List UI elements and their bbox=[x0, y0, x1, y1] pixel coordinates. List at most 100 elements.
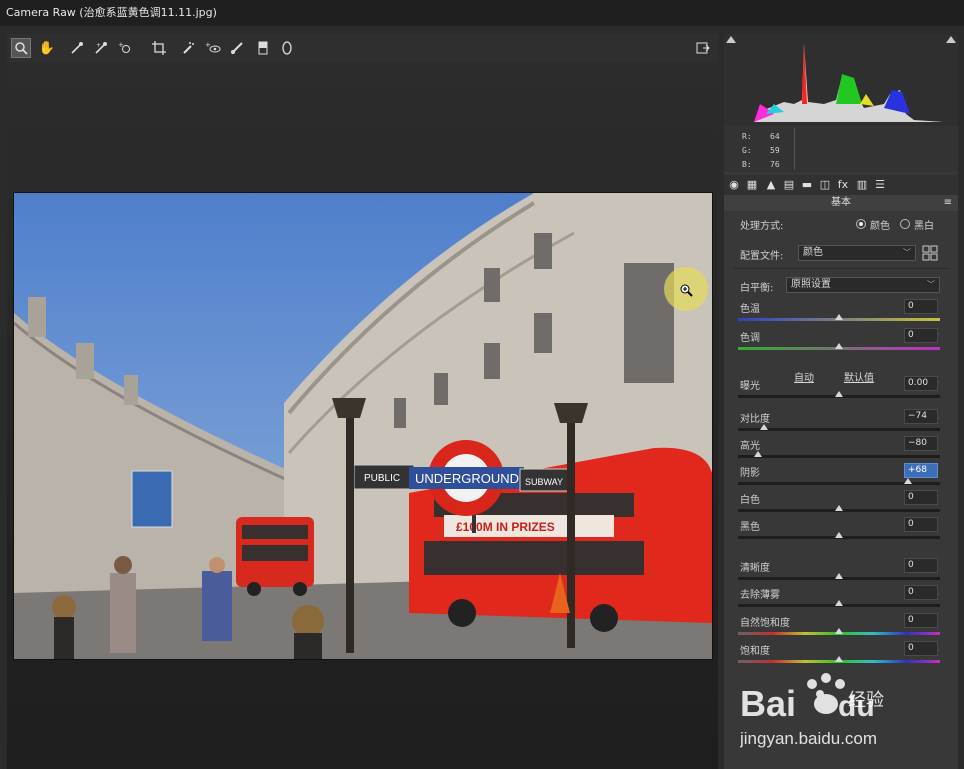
detail-tab-icon[interactable]: ▲ bbox=[764, 178, 778, 192]
tool-bar: ✋ + + + bbox=[7, 34, 718, 62]
spot-removal-icon[interactable] bbox=[179, 38, 199, 58]
zoom-cursor-icon bbox=[679, 282, 693, 297]
profile-browser-icon[interactable] bbox=[922, 245, 938, 261]
wb-label: 白平衡: bbox=[740, 283, 774, 294]
slider-label: 清晰度 bbox=[740, 563, 770, 574]
slider-value-field[interactable]: 0 bbox=[904, 490, 938, 505]
slider-thumb[interactable] bbox=[835, 600, 843, 606]
lens-tab-icon[interactable]: ◫ bbox=[818, 178, 832, 192]
slider-label: 高光 bbox=[740, 441, 760, 452]
slider-value-field[interactable]: −80 bbox=[904, 436, 938, 451]
hsl-tab-icon[interactable]: ▤ bbox=[782, 178, 796, 192]
slider-value-field[interactable]: +68 bbox=[904, 463, 938, 478]
title-bar: Camera Raw (治愈系蓝黄色调11.11.jpg) bbox=[0, 0, 964, 26]
panel-menu-icon[interactable]: ≡ bbox=[944, 195, 952, 211]
g-label: G: bbox=[742, 146, 752, 155]
slider-value-field[interactable]: 0 bbox=[904, 613, 938, 628]
slider-label: 黑色 bbox=[740, 522, 760, 533]
right-panel: R: 64 G: 59 B: 76 ◉ ▦ ▲ ▤ ▬ ◫ fx ▥ ☰ 基本 … bbox=[724, 34, 958, 769]
slider-track[interactable] bbox=[738, 428, 940, 431]
profile-select[interactable]: 颜色 ﹀ bbox=[798, 245, 916, 261]
panel-header: 基本 ≡ bbox=[724, 195, 958, 211]
treatment-bw-label: 黑白 bbox=[914, 221, 934, 232]
b-value: 76 bbox=[770, 160, 780, 169]
r-label: R: bbox=[742, 132, 752, 141]
sign-public: PUBLIC bbox=[364, 473, 400, 484]
baidu-watermark: Bai du jingyan.baidu.com 经验 bbox=[739, 664, 920, 754]
slider-thumb[interactable] bbox=[754, 451, 763, 457]
b-label: B: bbox=[742, 160, 752, 169]
basic-tab-icon[interactable]: ◉ bbox=[727, 178, 741, 192]
svg-text:+: + bbox=[96, 42, 101, 49]
treatment-color-radio[interactable] bbox=[856, 219, 866, 229]
slider-thumb[interactable] bbox=[835, 656, 843, 662]
hand-icon[interactable]: ✋ bbox=[37, 38, 57, 58]
default-link[interactable]: 默认值 bbox=[844, 369, 874, 384]
sign-subway: SUBWAY bbox=[525, 477, 563, 487]
white-balance-icon[interactable] bbox=[67, 38, 87, 58]
svg-text:+: + bbox=[118, 41, 124, 49]
calibration-tab-icon[interactable]: ▥ bbox=[855, 178, 869, 192]
crop-icon[interactable] bbox=[149, 38, 169, 58]
g-value: 59 bbox=[770, 146, 780, 155]
slider-value-field[interactable]: 0 bbox=[904, 328, 938, 343]
effects-tab-icon[interactable]: fx bbox=[836, 178, 850, 192]
slider-value-field[interactable]: 0 bbox=[904, 641, 938, 656]
histogram bbox=[724, 34, 958, 126]
watermark-jingyan: 经验 bbox=[848, 690, 884, 711]
slider-thumb[interactable] bbox=[835, 573, 843, 579]
panel-tabs: ◉ ▦ ▲ ▤ ▬ ◫ fx ▥ ☰ bbox=[724, 175, 958, 195]
slider-thumb[interactable] bbox=[760, 424, 769, 430]
radial-filter-icon[interactable] bbox=[277, 38, 297, 58]
slider-label: 去除薄雾 bbox=[740, 590, 780, 601]
slider-thumb[interactable] bbox=[835, 314, 843, 320]
split-toning-tab-icon[interactable]: ▬ bbox=[800, 178, 814, 192]
slider-label: 色温 bbox=[740, 304, 760, 315]
slider-thumb[interactable] bbox=[835, 391, 843, 397]
red-eye-icon[interactable]: + bbox=[203, 38, 223, 58]
window-title: Camera Raw (治愈系蓝黄色调11.11.jpg) bbox=[6, 6, 217, 19]
wb-select[interactable]: 原照设置 ﹀ bbox=[786, 277, 940, 293]
profile-label: 配置文件: bbox=[740, 251, 784, 262]
slider-thumb[interactable] bbox=[903, 478, 912, 484]
slider-value-field[interactable]: −74 bbox=[904, 409, 938, 424]
zoom-icon[interactable] bbox=[11, 38, 31, 58]
slider-label: 饱和度 bbox=[740, 646, 770, 657]
treatment-bw-radio[interactable] bbox=[900, 219, 910, 229]
treatment-label: 处理方式: bbox=[740, 221, 784, 232]
profile-value: 颜色 bbox=[803, 247, 823, 258]
slider-thumb[interactable] bbox=[835, 505, 843, 511]
graduated-filter-icon[interactable] bbox=[253, 38, 273, 58]
slider-track[interactable] bbox=[738, 455, 940, 458]
slider-value-field[interactable]: 0.00 bbox=[904, 376, 938, 391]
slider-value-field[interactable]: 0 bbox=[904, 299, 938, 314]
photo-preview[interactable]: £100M IN PRIZES PUBLIC UNDERGROUND SUBWA… bbox=[13, 192, 713, 660]
presets-tab-icon[interactable]: ☰ bbox=[873, 178, 887, 192]
color-sampler-icon[interactable]: + bbox=[91, 38, 111, 58]
auto-link[interactable]: 自动 bbox=[794, 369, 814, 384]
wb-value: 原照设置 bbox=[791, 279, 831, 290]
slider-thumb[interactable] bbox=[835, 532, 843, 538]
slider-label: 自然饱和度 bbox=[740, 618, 790, 629]
rgb-readout: R: 64 G: 59 B: 76 bbox=[724, 126, 958, 172]
slider-value-field[interactable]: 0 bbox=[904, 585, 938, 600]
r-value: 64 bbox=[770, 132, 780, 141]
slider-label: 白色 bbox=[740, 495, 760, 506]
open-preferences-icon[interactable] bbox=[693, 38, 713, 58]
slider-label: 对比度 bbox=[740, 414, 770, 425]
slider-thumb[interactable] bbox=[835, 343, 843, 349]
adjustment-brush-icon[interactable] bbox=[227, 38, 247, 58]
treatment-color-label: 颜色 bbox=[870, 221, 890, 232]
watermark-url: jingyan.baidu.com bbox=[740, 729, 877, 748]
svg-text:Bai: Bai bbox=[740, 683, 796, 724]
sign-underground: UNDERGROUND bbox=[415, 471, 519, 486]
slider-value-field[interactable]: 0 bbox=[904, 517, 938, 532]
slider-thumb[interactable] bbox=[835, 628, 843, 634]
slider-value-field[interactable]: 0 bbox=[904, 558, 938, 573]
slider-label: 色调 bbox=[740, 333, 760, 344]
tone-curve-tab-icon[interactable]: ▦ bbox=[745, 178, 759, 192]
panel-title: 基本 bbox=[831, 197, 851, 208]
slider-label: 阴影 bbox=[740, 468, 760, 479]
slider-label: 曝光 bbox=[740, 381, 760, 392]
targeted-adjustment-icon[interactable]: + bbox=[115, 38, 135, 58]
